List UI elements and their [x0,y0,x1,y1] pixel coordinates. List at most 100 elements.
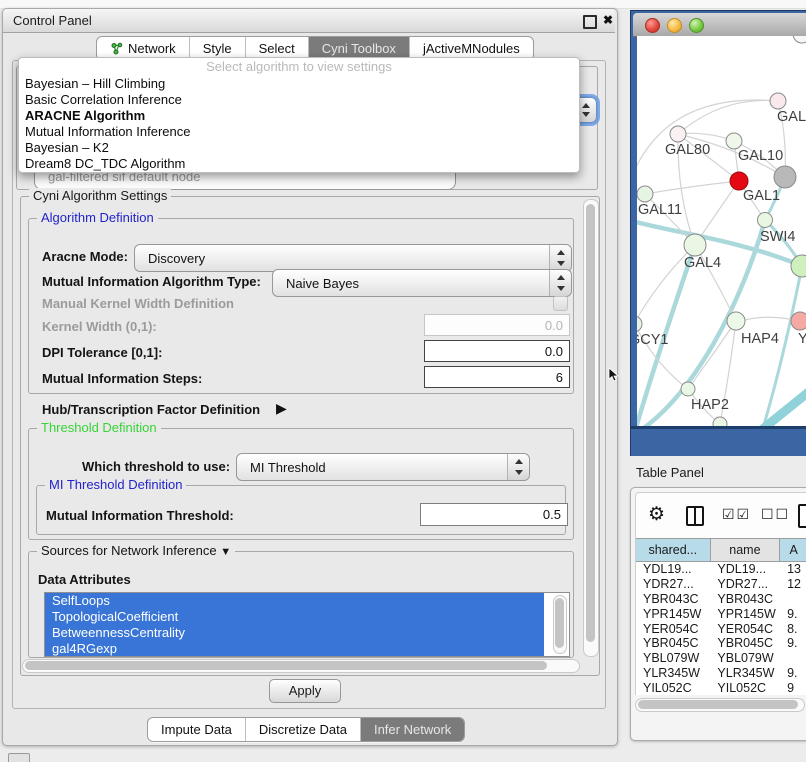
settings-horizontal-scrollbar[interactable] [22,659,580,673]
minimize-traffic-light[interactable] [667,18,682,33]
zoom-traffic-light[interactable] [689,18,704,33]
kernel-width-label: Kernel Width (0,1): [42,319,157,334]
node-green-right[interactable] [791,255,806,277]
attribute-list-scrollbar[interactable] [553,595,567,654]
node-swi4[interactable] [758,213,773,228]
cell: 9. [780,607,806,622]
tab-impute-data[interactable]: Impute Data [148,718,245,741]
node-salmon[interactable] [791,312,806,330]
mi-steps-input[interactable]: 6 [424,366,570,388]
deselect-all-checkboxes-icon[interactable]: ☐☐ [761,506,790,523]
table-row[interactable]: YIL052CYIL052C9 [636,681,806,695]
which-threshold-stepper[interactable] [507,454,529,480]
table-row[interactable]: YDR27...YDR27...12 [636,577,806,592]
node-label-gal10: GAL10 [738,148,783,164]
network-view-window: GAL GAL80 GAL10 GAL1 GAL11 SWI4 GAL4 GCY… [630,10,806,456]
tab-discretize-data[interactable]: Discretize Data [245,718,360,741]
cell: YBR045C [636,636,710,651]
mi-type-stepper[interactable] [549,270,571,296]
node-gal10[interactable] [726,133,742,149]
table-row[interactable]: YLR345WYLR345W9. [636,666,806,681]
node-unlabeled-top[interactable] [793,36,806,43]
select-all-checkboxes-icon[interactable]: ☑☑ [722,506,751,523]
cell: YDL19... [710,562,780,577]
node-bottom-green[interactable] [713,417,727,426]
table-row[interactable]: YPR145WYPR145W9. [636,607,806,622]
tab-infer-network[interactable]: Infer Network [360,718,464,741]
node-label-swi4: SWI4 [760,229,795,245]
manual-kernel-checkbox[interactable] [553,296,568,311]
dpi-tolerance-input[interactable]: 0.0 [424,340,570,362]
list-item-betweennesscentrality[interactable]: BetweennessCentrality [45,625,544,641]
dropdown-item-dream8[interactable]: Dream8 DC_TDC Algorithm [19,156,579,172]
cell: YDR27... [636,577,710,592]
screen: Control Panel ✖ Network Style Select Cyn… [0,0,806,762]
control-panel-titlebar[interactable]: Control Panel ✖ [3,9,615,33]
close-traffic-light[interactable] [645,18,660,33]
node-label-hap4: HAP4 [741,331,779,347]
minimized-panel-icon[interactable] [8,753,30,762]
cell: YPR145W [710,607,780,622]
dropdown-item-bayesian-k2[interactable]: Bayesian – K2 [19,140,579,156]
which-threshold-combo[interactable]: MI Threshold [236,453,530,481]
table-row[interactable]: YDL19...YDL19...13 [636,562,806,577]
data-attributes-list[interactable]: SelfLoops TopologicalCoefficient Between… [44,592,570,657]
cell: YLR345W [636,666,710,681]
node-gal80[interactable] [670,126,686,142]
column-header-name[interactable]: name [711,539,781,561]
table-row[interactable]: YBR043CYBR043C [636,592,806,607]
node-gray[interactable] [774,166,796,188]
settings-vertical-scrollbar[interactable] [583,199,599,657]
control-panel-title: Control Panel [13,9,92,32]
network-graph: GAL GAL80 GAL10 GAL1 GAL11 SWI4 GAL4 GCY… [637,36,806,426]
node-gal11[interactable] [637,186,653,202]
node-gal-partial[interactable] [770,93,786,109]
export-table-icon[interactable] [798,504,806,528]
node-gal4[interactable] [684,234,706,256]
edge-gal1-gal11 [645,181,739,194]
list-item-gal4rgexp[interactable]: gal4RGexp [45,641,544,657]
aracne-mode-stepper[interactable] [549,245,571,271]
aracne-mode-combo[interactable]: Discovery [134,244,572,272]
apply-button[interactable]: Apply [269,679,341,703]
dropdown-item-bayesian-hill-climbing[interactable]: Bayesian – Hill Climbing [19,76,579,92]
table-row[interactable]: YER054CYER054C8. [636,622,806,637]
cell: YDL19... [636,562,710,577]
node-hap2[interactable] [681,382,695,396]
network-canvas[interactable]: GAL GAL80 GAL10 GAL1 GAL11 SWI4 GAL4 GCY… [637,36,806,426]
column-header-partial[interactable]: A [780,539,806,561]
table-row[interactable]: YBL079WYBL079W [636,651,806,666]
hub-definition-label: Hub/Transcription Factor Definition [42,402,260,417]
table-row[interactable]: YBR045CYBR045C9. [636,636,806,651]
aracne-mode-value: Discovery [148,245,205,271]
columns-icon[interactable] [686,506,704,526]
node-label-gal-partial: GAL [777,109,806,125]
cell: YDR27... [710,577,780,592]
list-item-topologicalcoefficient[interactable]: TopologicalCoefficient [45,609,544,625]
sources-collapse-icon[interactable]: ▼ [220,546,231,558]
table-panel-title: Table Panel [636,465,704,480]
dropdown-placeholder: Select algorithm to view settings [19,58,579,76]
manual-kernel-label: Manual Kernel Width Definition [42,296,234,311]
node-gcy1[interactable] [637,316,642,332]
mi-threshold-input[interactable]: 0.5 [420,503,568,526]
cell [780,651,806,666]
column-header-shared-name[interactable]: shared... [636,539,711,561]
mi-type-label: Mutual Information Algorithm Type: [42,274,261,289]
hub-expand-icon[interactable]: ▶ [276,400,287,417]
cell: YBR043C [636,592,710,607]
node-hap4[interactable] [727,312,745,330]
table-horizontal-scrollbar[interactable] [635,698,805,712]
network-window-titlebar[interactable] [633,13,806,37]
dropdown-item-aracne[interactable]: ARACNE Algorithm [19,108,579,124]
dropdown-item-basic-correlation[interactable]: Basic Correlation Inference [19,92,579,108]
close-window-icon[interactable]: ✖ [600,9,616,32]
edge-gal80-pink [678,100,778,134]
list-item-selfloops[interactable]: SelfLoops [45,593,544,609]
gear-icon[interactable]: ⚙ [648,503,665,526]
mi-type-combo[interactable]: Naive Bayes [272,269,572,297]
kernel-width-input[interactable]: 0.0 [424,314,570,336]
cell: YER054C [636,622,710,637]
dropdown-item-mutual-information[interactable]: Mutual Information Inference [19,124,579,140]
float-window-icon[interactable] [583,15,597,29]
